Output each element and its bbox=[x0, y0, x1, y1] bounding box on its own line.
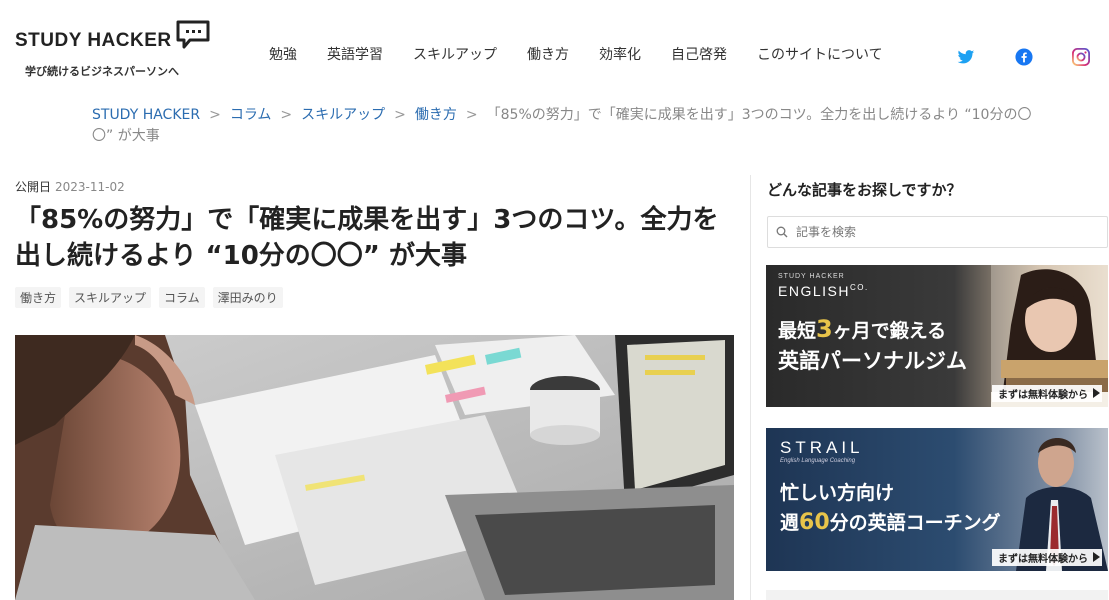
facebook-icon[interactable] bbox=[1014, 47, 1034, 67]
sidebar-heading: どんな記事をお探しですか？ bbox=[767, 181, 962, 199]
banner2-subheadline-suffix: 分の英語コーチング bbox=[829, 512, 1001, 534]
nav-item-english[interactable]: 英語学習 bbox=[327, 44, 383, 64]
breadcrumb-separator: > bbox=[465, 107, 478, 123]
nav-item-study[interactable]: 勉強 bbox=[269, 44, 297, 64]
banner1-cta-label: まずは無料体験から bbox=[998, 390, 1088, 401]
tag-workstyle[interactable]: 働き方 bbox=[15, 287, 62, 308]
breadcrumb-home[interactable]: STUDY HACKER bbox=[92, 107, 200, 123]
tag-column[interactable]: コラム bbox=[159, 287, 205, 308]
banner2-subheadline: 週60分の英語コーチング bbox=[780, 508, 1001, 535]
publish-meta: 公開日 2023-11-02 bbox=[15, 178, 125, 195]
banner1-brand: ENGLISHCO. bbox=[778, 283, 869, 299]
nav-item-workstyle[interactable]: 働き方 bbox=[527, 44, 569, 64]
column-divider bbox=[750, 175, 751, 600]
banner1-headline-prefix: 最短 bbox=[778, 320, 817, 342]
banner1-brand-small: STUDY HACKER bbox=[778, 273, 845, 280]
play-arrow-icon bbox=[1093, 552, 1100, 562]
strail-banner[interactable]: STRAIL English Language Coaching 忙しい方向け … bbox=[766, 428, 1108, 571]
banner1-headline: 最短3ヶ月で鍛える bbox=[778, 315, 946, 343]
search-box bbox=[767, 216, 1108, 248]
nav-item-efficiency[interactable]: 効率化 bbox=[599, 44, 641, 64]
sidebar-banner-3[interactable] bbox=[766, 590, 1108, 600]
twitter-icon[interactable] bbox=[956, 47, 976, 67]
site-tagline: 学び続けるビジネスパーソンへ bbox=[25, 65, 179, 78]
breadcrumb-separator: > bbox=[394, 107, 406, 123]
banner2-subheadline-prefix: 週 bbox=[780, 512, 800, 534]
banner2-cta-label: まずは無料体験から bbox=[998, 554, 1088, 565]
breadcrumb-workstyle[interactable]: 働き方 bbox=[415, 107, 457, 123]
logo-text: STUDY HACKER bbox=[15, 30, 172, 51]
nav-item-self-development[interactable]: 自己啓発 bbox=[671, 44, 727, 64]
article-tags: 働き方 スキルアップ コラム 澤田みのり bbox=[15, 287, 291, 308]
breadcrumb: STUDY HACKER > コラム > スキルアップ > 働き方 > 「85%の努力」で「確実… bbox=[92, 105, 1032, 147]
tag-author[interactable]: 澤田みのり bbox=[212, 287, 283, 308]
banner1-brand-suffix: CO. bbox=[849, 283, 869, 292]
published-date: 2023-11-02 bbox=[55, 180, 125, 194]
nav-item-about[interactable]: このサイトについて bbox=[757, 44, 883, 64]
main-nav: 勉強 英語学習 スキルアップ 働き方 効率化 自己啓発 このサイトについて bbox=[254, 44, 898, 64]
english-company-banner[interactable]: STUDY HACKER ENGLISHCO. 最短3ヶ月で鍛える 英語パーソナ… bbox=[766, 265, 1108, 407]
breadcrumb-separator: > bbox=[209, 107, 221, 123]
article-title: 「85%の努力」で「確実に成果を出す」3つのコツ。全力を出し続けるより “10分… bbox=[15, 205, 719, 271]
banner1-headline-suffix: ヶ月で鍛える bbox=[832, 320, 947, 342]
site-logo[interactable]: STUDY HACKER 学び続けるビジネスパーソンへ bbox=[15, 20, 225, 79]
article-hero-image bbox=[15, 335, 734, 600]
breadcrumb-skillup[interactable]: スキルアップ bbox=[301, 107, 385, 123]
banner1-subheadline: 英語パーソナルジム bbox=[778, 349, 967, 373]
play-arrow-icon bbox=[1093, 388, 1100, 398]
banner1-cta[interactable]: まずは無料体験から bbox=[992, 385, 1102, 402]
instagram-icon[interactable] bbox=[1071, 47, 1091, 67]
breadcrumb-column[interactable]: コラム bbox=[230, 107, 272, 123]
published-label: 公開日 bbox=[15, 180, 52, 194]
banner1-brand-name: ENGLISH bbox=[778, 283, 850, 299]
banner2-headline: 忙しい方向け bbox=[780, 482, 895, 504]
search-icon bbox=[776, 223, 788, 242]
banner2-cta[interactable]: まずは無料体験から bbox=[992, 549, 1102, 566]
search-input[interactable] bbox=[796, 225, 1096, 239]
banner2-subheadline-emphasis: 60 bbox=[799, 510, 830, 535]
banner2-brand-sub: English Language Coaching bbox=[780, 458, 856, 464]
tag-skillup[interactable]: スキルアップ bbox=[69, 287, 152, 308]
nav-item-skillup[interactable]: スキルアップ bbox=[413, 44, 497, 64]
speech-bubble-icon bbox=[176, 20, 210, 54]
banner1-headline-emphasis: 3 bbox=[816, 315, 833, 343]
banner2-brand: STRAIL bbox=[780, 438, 864, 457]
breadcrumb-separator: > bbox=[280, 107, 293, 123]
